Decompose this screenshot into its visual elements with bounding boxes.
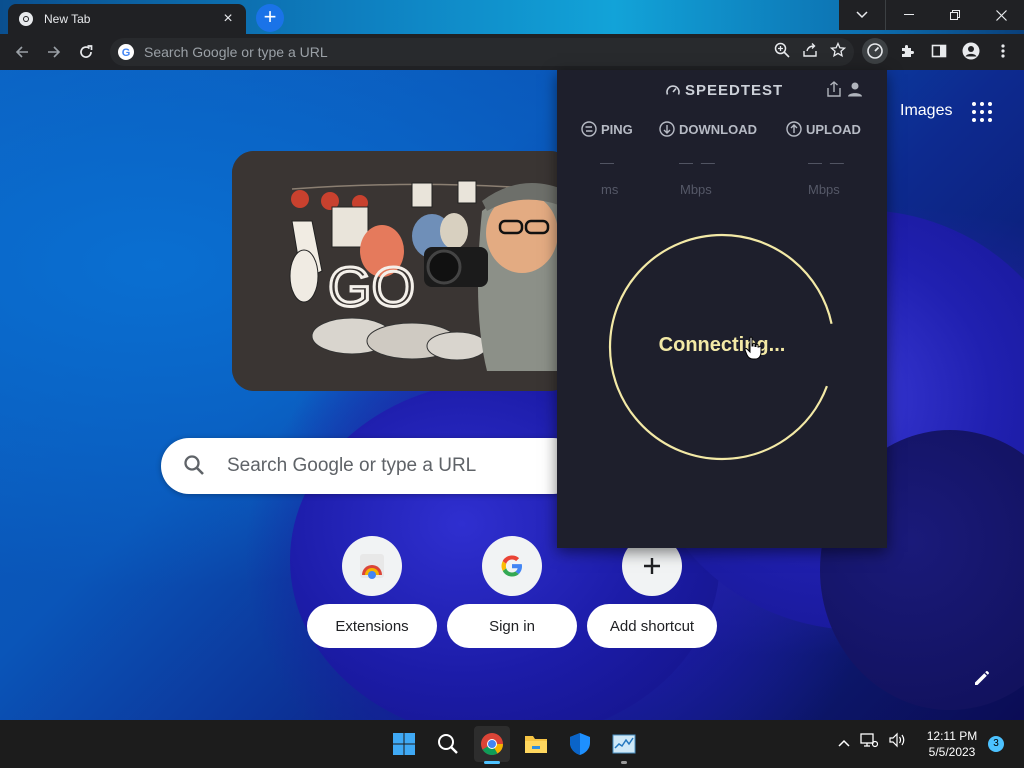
task-manager-icon[interactable] xyxy=(606,726,642,764)
user-icon[interactable] xyxy=(847,81,863,97)
google-doodle[interactable]: GO xyxy=(232,151,572,391)
network-icon[interactable] xyxy=(860,732,879,753)
download-value: — — xyxy=(679,154,717,170)
tab-title: New Tab xyxy=(44,12,91,26)
download-label: DOWNLOAD xyxy=(679,121,757,137)
speedtest-extension-icon[interactable] xyxy=(862,38,888,64)
extensions-puzzle-icon[interactable] xyxy=(894,38,920,64)
images-link[interactable]: Images xyxy=(900,102,952,120)
ntp-search-box[interactable]: Search Google or type a URL xyxy=(161,438,581,494)
back-arrow-icon[interactable] xyxy=(6,36,38,68)
search-icon xyxy=(183,454,207,478)
system-clock[interactable]: 12:11 PM 5/5/2023 xyxy=(920,728,984,760)
download-arrow-icon xyxy=(659,121,675,137)
speedometer-icon xyxy=(666,84,680,95)
reload-icon[interactable] xyxy=(70,36,102,68)
notification-badge[interactable]: 3 xyxy=(988,736,1004,752)
connecting-status: Connecting... xyxy=(658,334,786,356)
shortcut-sign-in[interactable]: Sign in xyxy=(447,536,577,648)
hand-cursor-icon xyxy=(744,336,762,360)
system-tray xyxy=(838,732,906,753)
chrome-icon xyxy=(18,11,34,27)
windows-start-icon[interactable] xyxy=(386,726,422,762)
clock-time: 12:11 PM xyxy=(926,729,978,743)
ping-icon xyxy=(581,121,597,137)
download-unit: Mbps xyxy=(680,182,712,197)
browser-toolbar: G xyxy=(0,34,1024,70)
upload-unit: Mbps xyxy=(808,182,840,197)
google-icon xyxy=(482,536,542,596)
bookmark-star-icon[interactable] xyxy=(829,41,847,63)
zoom-icon[interactable] xyxy=(774,42,790,63)
tab-new-tab[interactable]: New Tab × xyxy=(8,4,246,34)
profile-avatar-icon[interactable] xyxy=(958,38,984,64)
upload-value: — — xyxy=(808,154,846,170)
windows-security-icon[interactable] xyxy=(562,726,598,762)
ping-label: PING xyxy=(601,121,633,137)
volume-icon[interactable] xyxy=(888,732,906,753)
doodle-text: GO xyxy=(328,255,415,318)
chrome-taskbar-icon[interactable] xyxy=(474,726,510,764)
shortcut-label: Extensions xyxy=(307,604,437,648)
search-placeholder: Search Google or type a URL xyxy=(227,455,477,476)
shortcut-extensions[interactable]: Extensions xyxy=(307,536,437,648)
ping-value: — xyxy=(600,154,616,170)
chevron-up-icon[interactable] xyxy=(838,734,850,752)
shortcut-add[interactable]: Add shortcut xyxy=(587,536,717,648)
chrome-icon xyxy=(342,536,402,596)
speedtest-popup: SPEEDTEST PING DOWNLOAD UPLOAD — — — — —… xyxy=(557,70,887,548)
address-bar[interactable]: G xyxy=(110,38,854,66)
google-apps-icon[interactable] xyxy=(972,102,992,122)
svg-text:G: G xyxy=(122,47,131,59)
clock-date: 5/5/2023 xyxy=(928,745,976,759)
tab-search-chevron-icon[interactable] xyxy=(839,0,885,30)
new-tab-button[interactable]: + xyxy=(256,4,284,32)
chrome-menu-icon[interactable] xyxy=(990,38,1016,64)
shortcut-label: Add shortcut xyxy=(587,604,717,648)
close-tab-icon[interactable]: × xyxy=(220,11,236,27)
extension-area xyxy=(862,38,1016,64)
shortcut-label: Sign in xyxy=(447,604,577,648)
upload-arrow-icon xyxy=(786,121,802,137)
ping-unit: ms xyxy=(601,182,619,197)
side-panel-icon[interactable] xyxy=(926,38,952,64)
forward-arrow-icon[interactable] xyxy=(38,36,70,68)
speedtest-logo: SPEEDTEST xyxy=(665,82,783,99)
download-metric: DOWNLOAD xyxy=(659,121,757,137)
windows-taskbar: 12:11 PM 5/5/2023 3 xyxy=(0,720,1024,768)
window-controls xyxy=(839,0,1024,30)
address-input[interactable] xyxy=(144,44,774,60)
close-window-icon[interactable] xyxy=(978,0,1024,30)
speedtest-brand-text: SPEEDTEST xyxy=(685,82,784,99)
minimize-icon[interactable] xyxy=(886,0,932,30)
title-bar: New Tab × + xyxy=(0,0,1024,34)
restore-icon[interactable] xyxy=(932,0,978,30)
file-explorer-icon[interactable] xyxy=(518,726,554,762)
upload-label: UPLOAD xyxy=(806,121,861,137)
customize-pencil-icon[interactable] xyxy=(972,668,996,692)
google-icon: G xyxy=(118,44,134,60)
search-icon[interactable] xyxy=(430,726,466,762)
share-icon[interactable] xyxy=(802,42,818,63)
ping-metric: PING xyxy=(581,121,633,137)
share-icon[interactable] xyxy=(827,81,841,97)
upload-metric: UPLOAD xyxy=(786,121,861,137)
